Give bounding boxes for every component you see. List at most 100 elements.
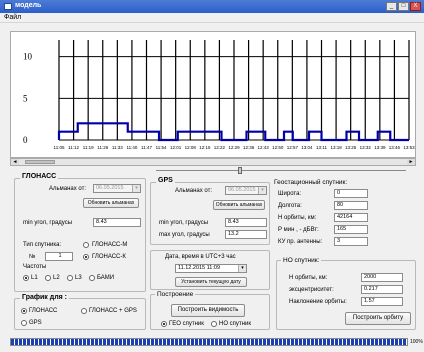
- gps-group: GPS Альманах от: 06.05.2015 ▾ Обновить а…: [150, 177, 270, 245]
- gps-max-angle-input[interactable]: 13.2: [225, 230, 267, 239]
- zoom-slider[interactable]: [156, 167, 406, 174]
- x-tick-label: 11:40: [126, 145, 137, 150]
- glonass-almanac-date-text: 06.05.2015: [96, 185, 124, 191]
- horizontal-scrollbar[interactable]: ◄ ►: [10, 158, 416, 166]
- visibility-plot: 10 5 0 11:05 11:12 11:19 11:26 11:33 11:40 11:47 1…: [10, 31, 416, 158]
- menu-file[interactable]: Файл: [4, 14, 21, 21]
- radio-build-geo-label: ГЕО спутник: [169, 321, 204, 327]
- x-tick-label: 11:47: [141, 145, 152, 150]
- radio-build-geo[interactable]: [161, 321, 167, 327]
- gps-title: GPS: [156, 177, 175, 184]
- geo-ku-label: КУ пр. антенны:: [278, 239, 323, 245]
- radio-freq-l3[interactable]: [67, 275, 73, 281]
- gps-min-angle-input[interactable]: 8.43: [225, 218, 267, 227]
- no-ecc-input[interactable]: 0.217: [361, 285, 403, 294]
- radio-build-no-label: НО спутник: [219, 321, 251, 327]
- geo-pmin-label: Р мин , - дБВт:: [278, 227, 319, 233]
- radio-graph-both-label: ГЛОНАСС + GPS: [89, 308, 137, 314]
- x-tick-label: 13:25: [345, 145, 357, 150]
- x-tick-label: 13:53: [403, 145, 415, 150]
- gps-update-almanac-button[interactable]: Обновить альманах: [213, 200, 265, 210]
- sat-number-label: №: [29, 254, 36, 260]
- scroll-thumb[interactable]: [25, 160, 55, 164]
- x-tick-label: 13:32: [360, 145, 372, 150]
- scroll-left-icon[interactable]: ◄: [11, 159, 19, 165]
- x-tick-label: 13:04: [301, 145, 313, 150]
- datetime-picker[interactable]: 11.12.2015 11:09 ▾: [175, 264, 247, 273]
- build-visibility-button[interactable]: Построить видимость: [171, 304, 245, 317]
- x-tick-label: 12:22: [214, 145, 226, 150]
- radio-graph-glonass[interactable]: [21, 308, 27, 314]
- no-group: НО спутник: Н орбиты, км: 2000 эксцентри…: [276, 257, 416, 330]
- radio-freq-l3-label: L3: [75, 275, 82, 281]
- glonass-almanac-label: Альманах от:: [49, 186, 87, 192]
- build-orbit-button[interactable]: Построить орбиту: [345, 312, 411, 325]
- slider-track: [156, 170, 406, 171]
- radio-freq-l1[interactable]: [23, 275, 29, 281]
- datetime-group: Дата, время в UTC+3 час 11.12.2015 11:09…: [150, 250, 270, 290]
- scroll-right-icon[interactable]: ►: [407, 159, 415, 165]
- x-tick-label: 11:19: [83, 145, 94, 150]
- x-tick-label: 13:11: [316, 145, 327, 150]
- geo-lat-input[interactable]: 0: [334, 189, 368, 198]
- no-ecc-label: эксцентриситет:: [289, 287, 334, 293]
- glonass-min-angle-input[interactable]: 8.43: [93, 218, 141, 227]
- x-tick-label: 12:15: [199, 145, 211, 150]
- geo-ku-input[interactable]: 3: [334, 237, 368, 246]
- glonass-min-angle-label: min угол, градусы: [23, 220, 73, 226]
- maximize-button[interactable]: □: [398, 2, 409, 11]
- no-title: НО спутник:: [281, 257, 322, 264]
- radio-glonass-m-label: ГЛОНАСС-М: [92, 242, 128, 248]
- x-tick-label: 11:54: [156, 145, 167, 150]
- chart-svg: 10 5 0 11:05 11:12 11:19 11:26 11:33 11:40 11:47 1…: [23, 40, 415, 150]
- app-icon: [4, 3, 12, 10]
- build-title: Построение: [155, 291, 196, 298]
- y-tick-label: 10: [23, 52, 33, 62]
- title-bar: модель _ □ X: [0, 0, 424, 13]
- x-tick-label: 13:39: [374, 145, 386, 150]
- sat-number-input[interactable]: 1: [45, 252, 73, 261]
- radio-freq-l2-label: L2: [53, 275, 60, 281]
- geo-orbit-label: Н орбиты, км:: [278, 215, 317, 221]
- radio-graph-both[interactable]: [81, 308, 87, 314]
- glonass-group: ГЛОНАСС Альманах от: 06.05.2015 ▾ Обнови…: [14, 173, 146, 292]
- set-current-date-button[interactable]: Установить текущую дату: [175, 277, 247, 287]
- x-tick-label: 11:33: [112, 145, 123, 150]
- graph-for-group: График для : ГЛОНАСС ГЛОНАСС + GPS GPS: [14, 294, 146, 330]
- glonass-update-almanac-button[interactable]: Обновить альманах: [83, 198, 139, 208]
- y-tick-label: 5: [23, 93, 28, 103]
- geo-pmin-input[interactable]: 165: [334, 225, 368, 234]
- x-tick-label: 12:50: [272, 145, 284, 150]
- minimize-button[interactable]: _: [386, 2, 397, 11]
- no-orbit-input[interactable]: 2000: [361, 273, 403, 282]
- menu-bar: Файл: [0, 13, 424, 23]
- x-tick-label: 11:05: [54, 145, 65, 150]
- no-incl-input[interactable]: 1.57: [361, 297, 403, 306]
- slider-handle[interactable]: [238, 167, 242, 174]
- calendar-dropdown-icon[interactable]: ▾: [132, 185, 140, 192]
- radio-glonass-k[interactable]: [83, 254, 89, 260]
- radio-graph-gps[interactable]: [21, 320, 27, 326]
- radio-freq-l2[interactable]: [45, 275, 51, 281]
- radio-build-no[interactable]: [211, 321, 217, 327]
- progress-bar: [10, 338, 408, 346]
- radio-glonass-k-label: ГЛОНАСС-К: [92, 254, 126, 260]
- datetime-value: 11.12.2015 11:09: [178, 265, 221, 271]
- gps-calendar-dropdown-icon[interactable]: ▾: [258, 187, 266, 194]
- geo-lon-input[interactable]: 80: [334, 201, 368, 210]
- glonass-almanac-date[interactable]: 06.05.2015 ▾: [93, 184, 141, 193]
- datetime-dropdown-icon[interactable]: ▾: [238, 265, 246, 272]
- x-tick-label: 12:29: [228, 145, 240, 150]
- x-tick-label: 12:43: [258, 145, 270, 150]
- no-incl-label: Наклонение орбиты:: [289, 299, 347, 305]
- x-tick-label: 12:36: [243, 145, 255, 150]
- freq-label: Частоты: [23, 264, 47, 270]
- x-tick-label: 11:12: [68, 145, 79, 150]
- gps-max-angle-label: max угол, градусы: [159, 232, 210, 238]
- radio-glonass-m[interactable]: [83, 242, 89, 248]
- gps-almanac-date[interactable]: 06.05.2015 ▾: [225, 186, 267, 195]
- radio-freq-bami[interactable]: [89, 275, 95, 281]
- close-button[interactable]: X: [410, 2, 421, 11]
- geo-orbit-input[interactable]: 42164: [334, 213, 368, 222]
- radio-freq-l1-label: L1: [31, 275, 38, 281]
